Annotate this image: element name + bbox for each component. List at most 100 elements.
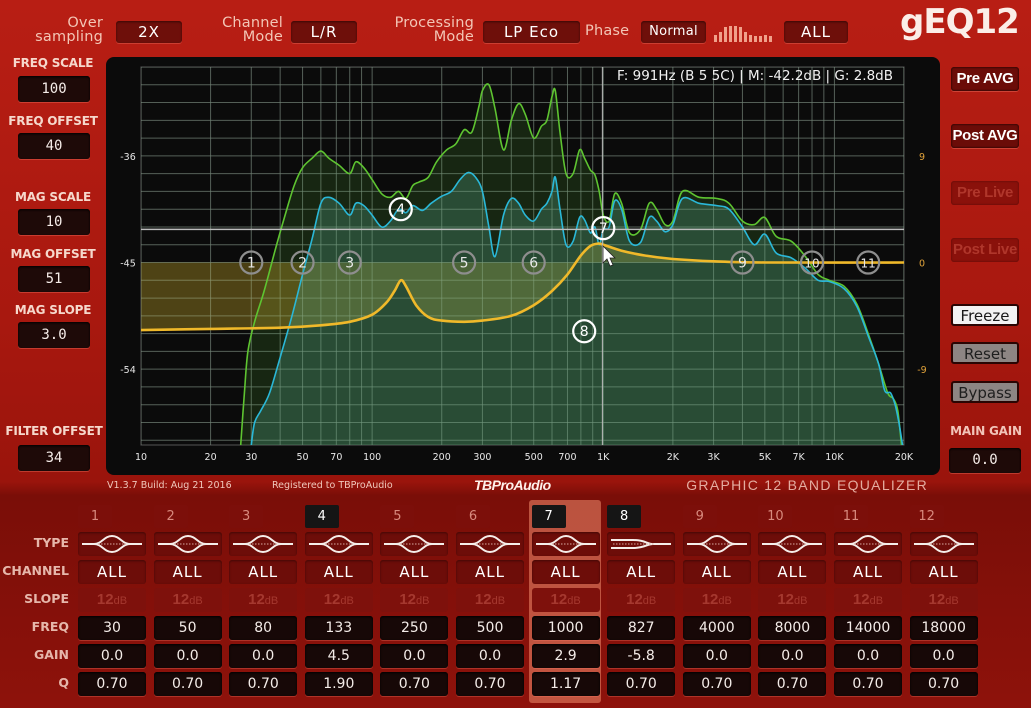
band-type-select[interactable] — [380, 532, 449, 556]
band-marker-8[interactable]: 8 — [572, 319, 597, 344]
pre-avg-toggle[interactable]: Pre AVG — [951, 67, 1019, 91]
band-q-input[interactable]: 0.70 — [834, 672, 902, 696]
channel-mode-select[interactable]: L/R — [291, 21, 357, 43]
band-freq-input[interactable]: 50 — [153, 616, 222, 640]
band-gain-input[interactable]: 0.0 — [78, 644, 146, 668]
main-gain-input[interactable]: 0.0 — [949, 448, 1021, 473]
band-channel-select[interactable]: ALL — [229, 560, 298, 584]
pre-live-toggle[interactable]: Pre Live — [951, 181, 1019, 205]
band-gain-input[interactable]: 0.0 — [909, 644, 978, 668]
band-q-input[interactable]: 0.70 — [682, 672, 751, 696]
band-channel-select[interactable]: ALL — [758, 560, 827, 584]
band-q-input[interactable]: 0.70 — [78, 672, 146, 696]
spectrum-graph[interactable]: 1 2 345 6789 10 11 10 20 30 50 70 100 200 300 500 700 1… — [106, 57, 940, 475]
band-type-select[interactable] — [456, 532, 524, 556]
band-gain-input[interactable]: 0.0 — [229, 644, 298, 668]
band-q-input[interactable]: 1.17 — [531, 672, 600, 696]
processing-mode-select[interactable]: LP Eco — [483, 21, 580, 43]
band-slope-select[interactable]: 12dB — [758, 588, 827, 612]
band-type-select[interactable] — [758, 532, 827, 556]
band-slope-select[interactable]: 12dB — [531, 588, 600, 612]
band-freq-input[interactable]: 30 — [78, 616, 146, 640]
band-gain-input[interactable]: 0.0 — [758, 644, 827, 668]
band-type-select[interactable] — [229, 532, 298, 556]
phase-select[interactable]: Normal — [641, 21, 706, 43]
band-q-input[interactable]: 0.70 — [153, 672, 222, 696]
band-marker-5[interactable]: 5 — [452, 250, 477, 275]
band-marker-6[interactable]: 6 — [521, 250, 546, 275]
band-number-toggle[interactable]: 9 — [682, 505, 717, 528]
band-type-select[interactable] — [834, 532, 902, 556]
band-freq-input[interactable]: 250 — [380, 616, 449, 640]
band-marker-9[interactable]: 9 — [730, 250, 755, 275]
band-marker-1[interactable]: 1 — [239, 250, 264, 275]
band-type-select[interactable] — [304, 532, 373, 556]
band-gain-input[interactable]: -5.8 — [607, 644, 676, 668]
band-channel-select[interactable]: ALL — [909, 560, 978, 584]
band-gain-input[interactable]: 4.5 — [304, 644, 373, 668]
band-number-toggle[interactable]: 4 — [304, 505, 339, 528]
band-freq-input[interactable]: 500 — [456, 616, 524, 640]
freeze-button[interactable]: Freeze — [951, 304, 1019, 326]
band-slope-select[interactable]: 12dB — [834, 588, 902, 612]
band-marker-11[interactable]: 11 — [856, 250, 881, 275]
band-number-toggle[interactable]: 7 — [531, 505, 566, 528]
band-q-input[interactable]: 0.70 — [456, 672, 524, 696]
band-freq-input[interactable]: 1000 — [531, 616, 600, 640]
band-channel-select[interactable]: ALL — [607, 560, 676, 584]
band-freq-input[interactable]: 827 — [607, 616, 676, 640]
band-number-toggle[interactable]: 11 — [834, 505, 868, 528]
band-type-select[interactable] — [78, 532, 146, 556]
band-channel-select[interactable]: ALL — [78, 560, 146, 584]
band-freq-input[interactable]: 80 — [229, 616, 298, 640]
band-freq-input[interactable]: 8000 — [758, 616, 827, 640]
band-gain-input[interactable]: 0.0 — [834, 644, 902, 668]
bypass-button[interactable]: Bypass — [951, 381, 1019, 403]
band-gain-input[interactable]: 0.0 — [153, 644, 222, 668]
band-freq-input[interactable]: 4000 — [682, 616, 751, 640]
oversampling-select[interactable]: 2X — [116, 21, 182, 43]
band-channel-select[interactable]: ALL — [682, 560, 751, 584]
spectrum-graph-panel[interactable]: 1 2 3 4 5 6 7 8 9 10 11 10 20 30 50 70 100 200 300 500 700 1… — [106, 57, 940, 475]
band-slope-select[interactable]: 12dB — [78, 588, 146, 612]
band-freq-input[interactable]: 14000 — [834, 616, 902, 640]
band-number-toggle[interactable]: 3 — [229, 505, 264, 528]
freq-scale-input[interactable]: 100 — [18, 76, 90, 102]
band-channel-select[interactable]: ALL — [834, 560, 902, 584]
band-slope-select[interactable]: 12dB — [607, 588, 676, 612]
band-q-input[interactable]: 0.70 — [380, 672, 449, 696]
band-q-input[interactable]: 0.70 — [909, 672, 978, 696]
band-marker-7[interactable]: 7 — [591, 216, 616, 241]
band-type-select[interactable] — [531, 532, 600, 556]
band-gain-input[interactable]: 0.0 — [380, 644, 449, 668]
band-number-toggle[interactable]: 6 — [456, 505, 490, 528]
band-marker-4[interactable]: 4 — [388, 197, 413, 222]
filter-offset-input[interactable]: 34 — [18, 445, 90, 471]
band-gain-input[interactable]: 0.0 — [682, 644, 751, 668]
mag-offset-input[interactable]: 51 — [18, 266, 90, 292]
band-type-select[interactable] — [909, 532, 978, 556]
band-gain-input[interactable]: 2.9 — [531, 644, 600, 668]
post-live-toggle[interactable]: Post Live — [951, 238, 1019, 262]
band-slope-select[interactable]: 12dB — [153, 588, 222, 612]
band-number-toggle[interactable]: 1 — [78, 505, 112, 528]
band-marker-10[interactable]: 10 — [799, 250, 825, 275]
band-channel-select[interactable]: ALL — [456, 560, 524, 584]
band-number-toggle[interactable]: 8 — [607, 505, 642, 528]
post-avg-toggle[interactable]: Post AVG — [951, 124, 1019, 148]
band-slope-select[interactable]: 12dB — [304, 588, 373, 612]
band-q-input[interactable]: 0.70 — [607, 672, 676, 696]
band-type-select[interactable] — [153, 532, 222, 556]
band-channel-select[interactable]: ALL — [304, 560, 373, 584]
reset-button[interactable]: Reset — [951, 342, 1019, 364]
band-gain-input[interactable]: 0.0 — [456, 644, 524, 668]
band-q-input[interactable]: 0.70 — [229, 672, 298, 696]
band-freq-input[interactable]: 18000 — [909, 616, 978, 640]
band-channel-select[interactable]: ALL — [153, 560, 222, 584]
band-slope-select[interactable]: 12dB — [909, 588, 978, 612]
band-slope-select[interactable]: 12dB — [456, 588, 524, 612]
band-marker-2[interactable]: 2 — [290, 250, 315, 275]
band-q-input[interactable]: 0.70 — [758, 672, 827, 696]
band-number-toggle[interactable]: 2 — [153, 505, 188, 528]
band-freq-input[interactable]: 133 — [304, 616, 373, 640]
